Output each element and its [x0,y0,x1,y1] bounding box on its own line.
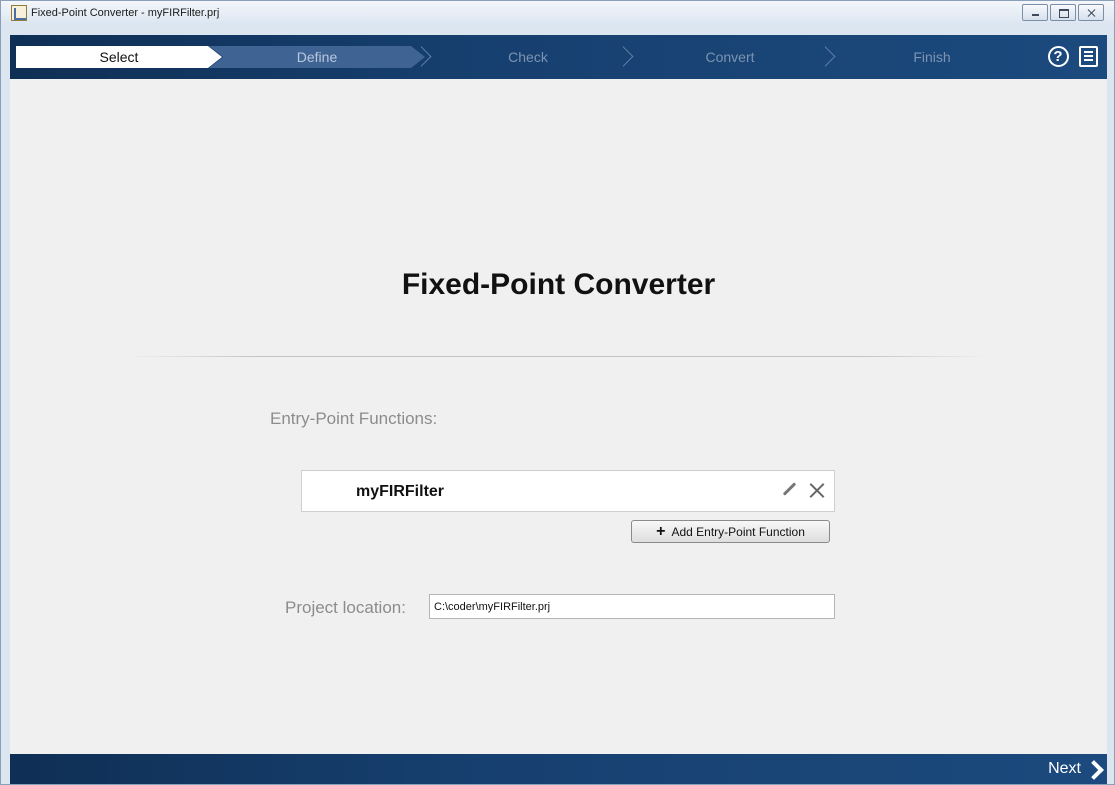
workflow-steps: Select Define Check Convert Finish [16,46,1038,68]
divider [128,356,990,357]
next-label: Next [1048,760,1081,777]
entry-points-label: Entry-Point Functions: [270,409,438,428]
close-window-icon[interactable] [1078,4,1104,21]
step-label: Check [508,49,548,65]
window-controls [1022,4,1104,21]
help-button[interactable]: ? [1046,44,1070,68]
window-title: Fixed-Point Converter - myFIRFilter.prj [31,7,220,19]
project-location-label: Project location: [285,598,406,617]
step-label: Select [99,49,139,65]
app-icon [11,5,27,21]
project-location-input[interactable] [429,594,835,619]
menu-button[interactable] [1076,44,1100,68]
plus-icon: + [656,522,666,540]
entry-point-name: myFIRFilter [356,483,445,500]
step-check[interactable]: Check [426,46,630,68]
close-icon[interactable] [807,480,827,502]
minimize-icon[interactable] [1022,4,1048,21]
add-entry-point-label: Add Entry-Point Function [671,524,805,539]
page-title: Fixed-Point Converter [401,268,716,301]
step-label: Convert [705,49,755,65]
step-define[interactable]: Define [209,46,425,68]
main-content: Fixed-Point Converter Entry-Point Functi… [10,79,1107,754]
maximize-icon[interactable] [1050,4,1076,21]
bottom-bar: Next [10,754,1107,784]
chevron-right-icon [1087,760,1101,778]
next-button[interactable]: Next [1048,758,1101,780]
entry-point-list-item[interactable]: myFIRFilter [301,470,835,512]
app-window: Fixed-Point Converter - myFIRFilter.prj … [0,0,1115,785]
step-select[interactable]: Select [16,46,222,68]
step-label: Define [296,49,338,65]
add-entry-point-button[interactable]: + Add Entry-Point Function [631,520,830,543]
workflow-step-bar: Select Define Check Convert Finish ? [10,35,1107,79]
menu-icon [1078,45,1098,67]
step-convert[interactable]: Convert [628,46,832,68]
step-finish[interactable]: Finish [830,46,1034,68]
pencil-icon[interactable] [780,480,798,502]
help-icon: ? [1047,45,1069,67]
step-label: Finish [913,49,951,65]
title-bar: Fixed-Point Converter - myFIRFilter.prj [1,1,1114,25]
